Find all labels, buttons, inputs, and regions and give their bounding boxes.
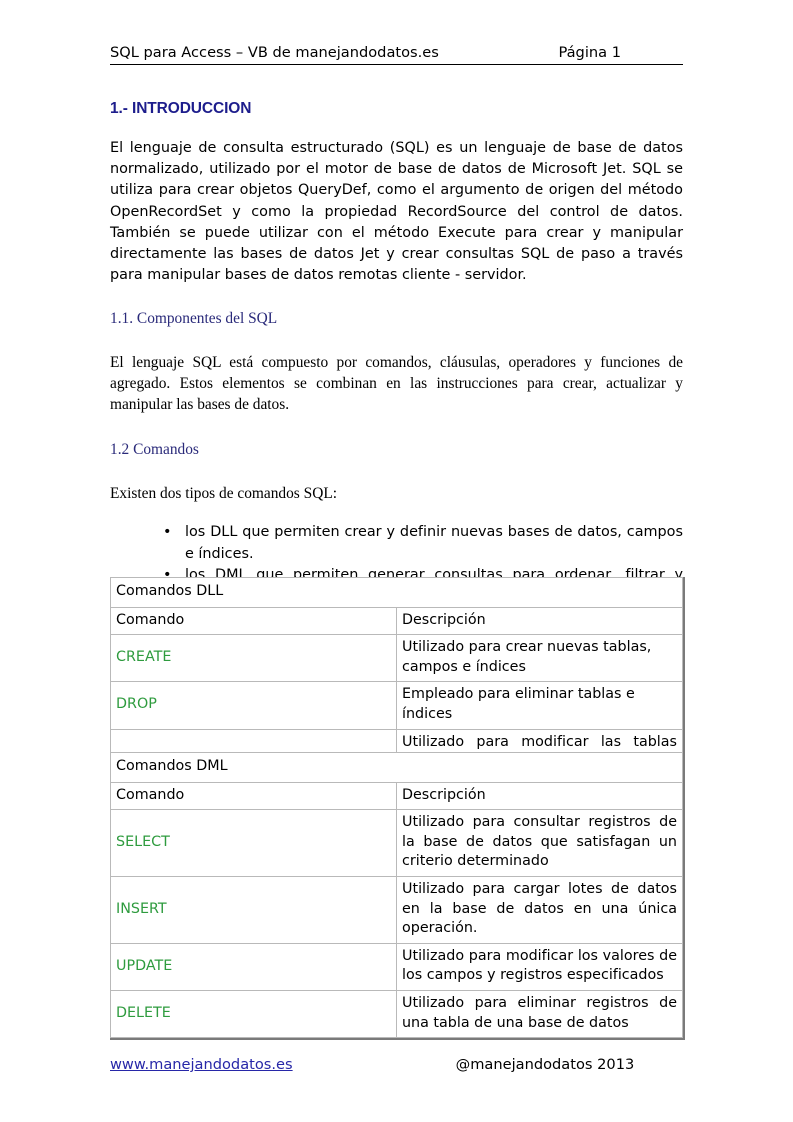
command-description: Utilizado para crear nuevas tablas, camp…: [396, 634, 683, 683]
table-row: DROP Empleado para eliminar tablas e índ…: [110, 681, 683, 730]
sql-keyword: DROP: [116, 696, 157, 713]
table-header-row: Comando Descripción: [110, 781, 683, 811]
sql-keyword: SELECT: [116, 833, 170, 850]
table-caption-row: Comandos DML: [110, 752, 683, 783]
sql-keyword: INSERT: [116, 900, 167, 917]
table-header-row: Comando Descripción: [110, 606, 683, 636]
command-description: Utilizado para consultar registros de la…: [396, 809, 683, 877]
command-description: Utilizado para modificar los valores de …: [396, 942, 683, 991]
bullet-icon: •: [163, 524, 172, 541]
column-header-descripcion: Descripción: [396, 781, 683, 811]
intro-paragraph: El lenguaje de consulta estructurado (SQ…: [110, 140, 683, 284]
column-header-descripcion: Descripción: [396, 606, 683, 636]
table-row: SELECT Utilizado para consultar registro…: [110, 809, 683, 877]
command-description: Utilizado para cargar lotes de datos en …: [396, 875, 683, 944]
list-item-label: los DLL que permiten crear y definir nue…: [185, 524, 683, 562]
command-name: DROP: [110, 681, 397, 730]
table-row: CREATE Utilizado para crear nuevas tabla…: [110, 634, 683, 683]
list-item: • los DLL que permiten crear y definir n…: [163, 522, 683, 564]
website-link[interactable]: www.manejandodatos.es: [110, 1056, 293, 1073]
dml-commands-table: Comandos DML Comando Descripción SELECT …: [110, 752, 683, 1039]
page-title: 1.- INTRODUCCION: [110, 100, 252, 117]
command-name: UPDATE: [110, 942, 397, 991]
copyright-credit: @manejandodatos 2013: [455, 1056, 635, 1073]
subsection-heading-1-2: 1.2 Comandos: [110, 441, 199, 459]
document-footer: www.manejandodatos.es @manejandodatos 20…: [110, 1056, 683, 1073]
sql-keyword: DELETE: [116, 1004, 171, 1021]
table-caption: Comandos DML: [110, 752, 683, 783]
header-page-number: Página 1: [558, 44, 621, 61]
column-header-comando: Comando: [110, 606, 397, 636]
command-name: SELECT: [110, 809, 397, 877]
command-name: INSERT: [110, 875, 397, 944]
document-header: SQL para Access – VB de manejandodatos.e…: [110, 44, 683, 65]
command-description: Empleado para eliminar tablas e índices: [396, 681, 683, 730]
command-name: DELETE: [110, 989, 397, 1039]
subsection-heading-1-1: 1.1. Componentes del SQL: [110, 310, 278, 328]
subsection-paragraph-1-2: Existen dos tipos de comandos SQL:: [110, 485, 337, 503]
command-name: CREATE: [110, 634, 397, 683]
document-page: SQL para Access – VB de manejandodatos.e…: [0, 0, 793, 1122]
command-description: Utilizado para eliminar registros de una…: [396, 989, 683, 1039]
dml-commands-table-frame: Comandos DML Comando Descripción SELECT …: [110, 752, 685, 1041]
subsection-paragraph-1-1: El lenguaje SQL está compuesto por coman…: [110, 354, 683, 414]
table-caption: Comandos DLL: [110, 577, 683, 608]
table-caption-row: Comandos DLL: [110, 577, 683, 608]
column-header-comando: Comando: [110, 781, 397, 811]
header-title: SQL para Access – VB de manejandodatos.e…: [110, 44, 439, 61]
sql-keyword: CREATE: [116, 648, 172, 665]
table-row: INSERT Utilizado para cargar lotes de da…: [110, 875, 683, 944]
sql-keyword: UPDATE: [116, 957, 173, 974]
table-row: UPDATE Utilizado para modificar los valo…: [110, 942, 683, 991]
document-body: 1.- INTRODUCCION El lenguaje de consulta…: [110, 100, 683, 607]
table-row: DELETE Utilizado para eliminar registros…: [110, 989, 683, 1039]
